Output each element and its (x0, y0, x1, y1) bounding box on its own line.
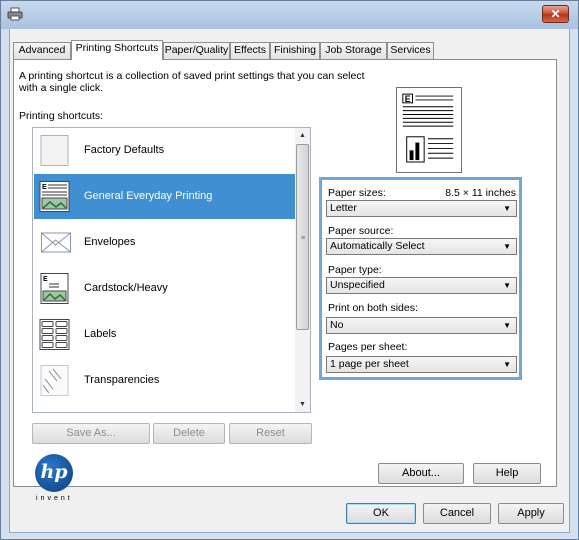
envelope-icon (41, 232, 71, 253)
chevron-down-icon: ▼ (503, 360, 511, 369)
duplex-selected: No (330, 319, 344, 331)
ok-button[interactable]: OK (346, 503, 416, 524)
paper-sizes-label: Paper sizes: (328, 187, 386, 199)
close-icon: ✕ (550, 7, 561, 21)
list-item-label: General Everyday Printing (84, 190, 213, 202)
pages-per-sheet-selected: 1 page per sheet (330, 358, 409, 370)
blank-page-icon (40, 135, 69, 166)
chevron-down-icon: ▼ (503, 242, 511, 251)
scroll-up-arrow-icon[interactable]: ▲ (295, 128, 310, 143)
list-scrollbar[interactable]: ▲ ≡ ▼ (295, 128, 310, 412)
paper-size-dropdown[interactable]: Letter ▼ (326, 200, 517, 217)
document-preview-icon: E (396, 87, 462, 173)
delete-button[interactable]: Delete (153, 423, 225, 444)
pages-per-sheet-dropdown[interactable]: 1 page per sheet ▼ (326, 356, 517, 373)
save-as-button[interactable]: Save As... (32, 423, 150, 444)
list-item-label: Labels (84, 328, 117, 340)
printer-icon (7, 7, 23, 21)
duplex-label: Print on both sides: (328, 302, 418, 314)
pages-per-sheet-label: Pages per sheet: (328, 341, 408, 353)
svg-text:E: E (43, 276, 48, 283)
list-item-label: Factory Defaults (84, 144, 165, 156)
hp-tagline: invent (36, 495, 73, 502)
tab-advanced[interactable]: Advanced (13, 42, 71, 59)
help-button[interactable]: Help (473, 463, 541, 484)
list-item-general-everyday-printing[interactable]: E General Everyday Printing (34, 174, 296, 219)
tab-job-storage[interactable]: Job Storage (320, 42, 387, 59)
labels-icon (39, 319, 70, 350)
svg-text:E: E (405, 94, 411, 104)
shortcuts-label: Printing shortcuts: (19, 110, 104, 122)
title-bar[interactable]: ✕ (1, 1, 578, 29)
about-button[interactable]: About... (378, 463, 464, 484)
list-item-envelopes[interactable]: Envelopes (34, 220, 296, 265)
apply-button[interactable]: Apply (498, 503, 564, 524)
list-item-label: Cardstock/Heavy (84, 282, 168, 294)
card-icon: E (40, 273, 69, 304)
cancel-button[interactable]: Cancel (423, 503, 491, 524)
grip-icon: ≡ (301, 235, 306, 242)
hp-logo: hp (35, 454, 73, 492)
duplex-dropdown[interactable]: No ▼ (326, 317, 517, 334)
tab-effects[interactable]: Effects (230, 42, 270, 59)
list-item-cardstock-heavy[interactable]: E Cardstock/Heavy (34, 266, 296, 311)
document-icon: E (39, 181, 70, 212)
paper-type-label: Paper type: (328, 264, 382, 276)
list-item-factory-defaults[interactable]: Factory Defaults (34, 128, 296, 173)
paper-source-label: Paper source: (328, 225, 394, 237)
tab-finishing[interactable]: Finishing (270, 42, 320, 59)
transparency-icon (40, 365, 69, 396)
chevron-down-icon: ▼ (503, 321, 511, 330)
paper-source-selected: Automatically Select (330, 240, 425, 252)
list-item-label: Envelopes (84, 236, 136, 248)
scroll-thumb[interactable]: ≡ (296, 144, 309, 330)
paper-type-selected: Unspecified (330, 279, 385, 291)
paper-source-dropdown[interactable]: Automatically Select ▼ (326, 238, 517, 255)
list-item-labels[interactable]: Labels (34, 312, 296, 357)
paper-size-selected: Letter (330, 202, 357, 214)
tab-printing-shortcuts[interactable]: Printing Shortcuts (71, 40, 163, 60)
tab-paper-quality[interactable]: Paper/Quality (163, 42, 230, 59)
description-text: A printing shortcut is a collection of s… (19, 70, 365, 94)
list-item-transparencies[interactable]: Transparencies (34, 358, 296, 403)
scroll-down-arrow-icon[interactable]: ▼ (295, 397, 310, 412)
chevron-down-icon: ▼ (503, 204, 511, 213)
shortcuts-list[interactable]: Factory Defaults E General Everyday Prin… (32, 127, 311, 413)
chevron-down-icon: ▼ (503, 281, 511, 290)
paper-sizes-value: 8.5 × 11 inches (445, 187, 516, 199)
reset-button[interactable]: Reset (229, 423, 312, 444)
list-item-label: Transparencies (84, 374, 160, 386)
paper-type-dropdown[interactable]: Unspecified ▼ (326, 277, 517, 294)
svg-text:E: E (42, 184, 47, 191)
close-button[interactable]: ✕ (542, 5, 569, 23)
tab-services[interactable]: Services (387, 42, 434, 59)
